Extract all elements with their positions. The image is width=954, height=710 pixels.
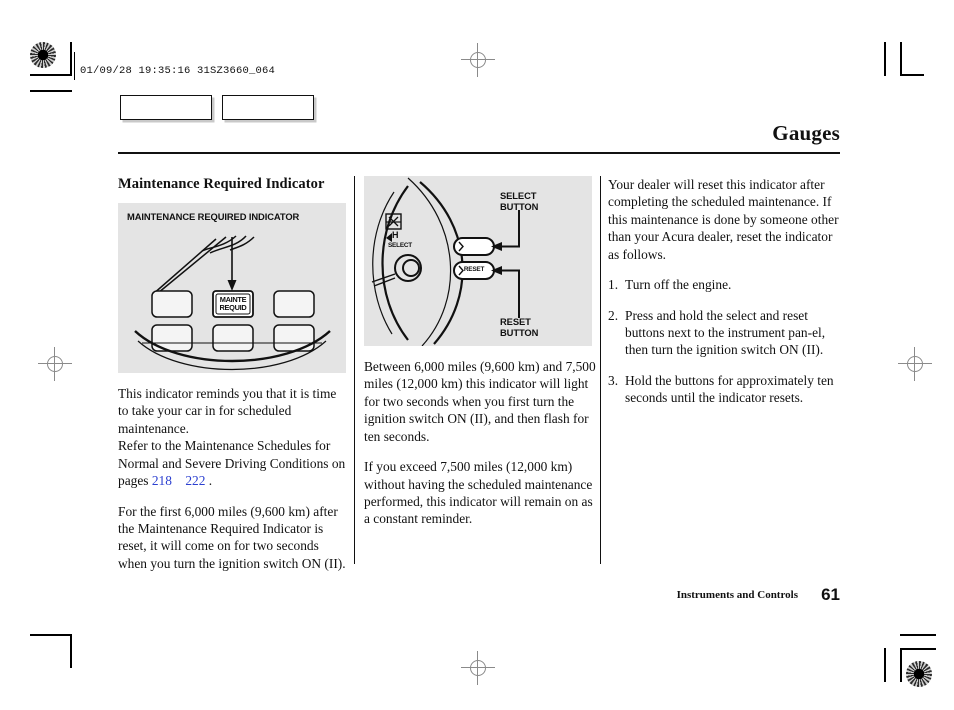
paragraph-between-mileage: Between 6,000 miles (9,600 km) and 7,500… [364,359,596,444]
crop-mark-bottom-left-v [70,634,72,668]
paragraph-indicator-purpose-tail: . [205,473,213,489]
list-item: 2. Press and hold the select and reset b… [608,307,840,359]
crop-mark-top-left-v [70,42,72,76]
figure-maintenance-indicator: MAINTENANCE REQUIRED INDICATOR MAINTE RE… [118,203,346,373]
page-title-underline [118,152,840,154]
reset-button-label-text: RESET [463,266,485,273]
gauge-h-label: H [392,230,399,240]
crop-mark-bottom-right-v [884,648,886,682]
column-divider-2 [600,176,601,564]
page-title: Gauges [772,121,840,145]
page-reference-218[interactable]: 218 [152,473,172,488]
list-item: 1. Turn off the engine. [608,276,840,293]
figure-caption-select-button: SELECT BUTTON [500,190,539,213]
paragraph-first-6000-miles: For the first 6,000 miles (9,600 km) aft… [118,503,346,571]
step-text: Hold the buttons for approximately ten s… [625,372,834,406]
crop-mark-top-right-v2 [900,42,902,76]
crop-mark-top-left-h2 [30,90,72,92]
paragraph-indicator-purpose: This indicator reminds you that it is ti… [118,385,350,490]
step-number: 1. [608,277,619,293]
step-number: 2. [608,307,619,323]
figure-caption-reset-button: RESET BUTTON [500,316,539,339]
indicator-text-line-2: REQUID [219,303,247,312]
section-heading: Maintenance Required Indicator [118,176,325,192]
registration-cross-left [38,347,72,381]
crop-mark-bottom-right-v2 [900,648,902,682]
registration-cross-top-center [461,43,495,77]
column-divider-1 [354,176,355,564]
instrument-panel-illustration [371,177,520,346]
footer-chapter-name: Instruments and Controls [676,589,798,601]
registration-dot-top-left [30,42,56,68]
crop-mark-top-left-h [30,74,72,76]
crop-mark-top-right-v [884,42,886,76]
reset-procedure-list: 1. Turn off the engine. 2. Press and hol… [608,276,840,407]
nav-tab-box-2[interactable] [222,95,314,120]
paragraph-exceed-mileage: If you exceed 7,500 miles (12,000 km) wi… [364,459,593,527]
select-button-label-text: SELECT [387,242,412,249]
step-text: Turn off the engine. [625,277,732,293]
registration-cross-right [898,347,932,381]
step-number: 3. [608,372,619,388]
crop-mark-bottom-left-h [30,634,72,636]
column-right: Your dealer will reset this indicator af… [608,176,840,420]
crop-mark-bottom-right-h [900,648,936,650]
column-left: Maintenance Required Indicator MAINTENAN… [118,176,350,572]
crop-mark-bottom-right-h2 [900,634,936,636]
nav-tab-box-1[interactable] [120,95,212,120]
print-header-code: 01/09/28 19:35:16 31SZ3660_064 [80,65,276,77]
crop-mark-top-right-h [900,74,924,76]
dashboard-illustration [134,235,331,370]
list-item: 3. Hold the buttons for approximately te… [608,372,840,407]
column-middle: SELECT RESET H SELECT BUTTON RESET BUTTO… [364,176,596,528]
registration-dot-bottom-right [906,661,932,687]
maintenance-indicator-lamp: MAINTE REQUID [216,294,250,314]
figure-select-reset-buttons: SELECT RESET H SELECT BUTTON RESET BUTTO… [364,176,592,346]
step-text: Press and hold the select and reset butt… [625,307,826,358]
header-divider-vertical [74,52,76,80]
paragraph-dealer-reset: Your dealer will reset this indicator af… [608,177,839,262]
manual-page: 01/09/28 19:35:16 31SZ3660_064 Gauges Ma… [0,0,954,710]
select-button-shape [453,237,495,256]
page-reference-222[interactable]: 222 [185,473,205,488]
registration-cross-bottom-center [461,651,495,685]
footer-page-number: 61 [821,585,840,604]
